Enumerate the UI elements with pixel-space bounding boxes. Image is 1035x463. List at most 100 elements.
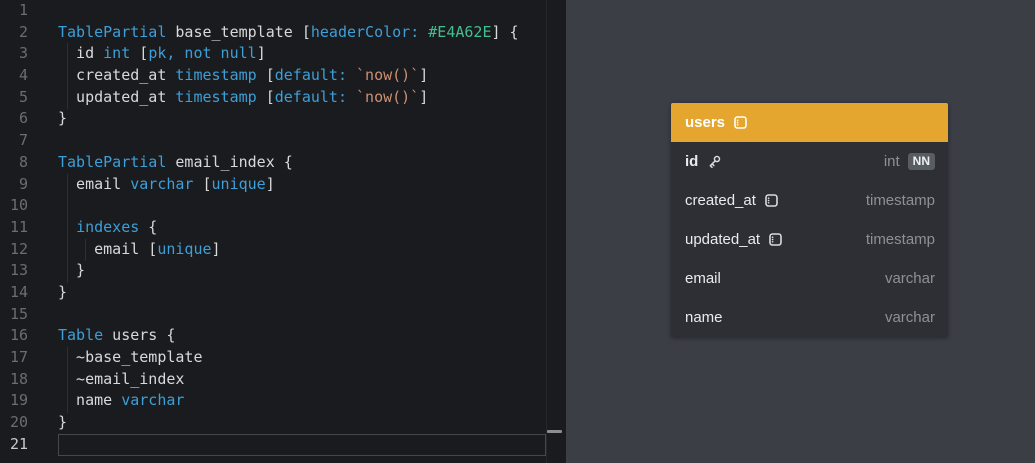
code-token: [: [193, 174, 212, 193]
field-type: int: [883, 153, 900, 170]
code-token: TablePartial: [58, 22, 167, 41]
table-header[interactable]: users: [671, 103, 948, 142]
line-number: 13: [9, 261, 28, 280]
db-table-users[interactable]: users id int NN created_at timestamp upd…: [671, 103, 948, 337]
line-number: 8: [18, 152, 28, 171]
editor-line[interactable]: 17 ~base_template: [0, 347, 566, 369]
editor-line[interactable]: 11 indexes {: [0, 217, 566, 239]
editor-line[interactable]: 2 TablePartial base_template [headerColo…: [0, 22, 566, 44]
code-token: int: [103, 44, 131, 63]
indent-guide: [67, 347, 68, 413]
code-token: default:: [274, 66, 347, 85]
line-number: 18: [9, 369, 28, 388]
editor-line[interactable]: 10: [0, 195, 566, 217]
line-number: 21: [9, 434, 28, 453]
field-type: varchar: [884, 309, 935, 326]
code-token: {: [139, 217, 158, 236]
line-number: 5: [18, 87, 28, 106]
code-token: email: [58, 174, 131, 193]
line-number: 11: [9, 217, 28, 236]
code-token: ] {: [491, 22, 519, 41]
table-field-row[interactable]: id int NN: [671, 142, 948, 181]
code-text: updated_at timestamp [default: `now()`]: [58, 87, 428, 109]
code-token: [: [256, 66, 275, 85]
editor-line[interactable]: 21: [0, 434, 566, 456]
code-token: timestamp: [175, 66, 257, 85]
code-text: ~email_index: [58, 369, 184, 391]
line-number: 10: [9, 196, 28, 215]
table-field-row[interactable]: email varchar: [671, 259, 948, 298]
editor-line[interactable]: 7: [0, 130, 566, 152]
code-token: `now()`: [356, 66, 420, 85]
line-number: 17: [9, 348, 28, 366]
code-token: varchar: [130, 174, 194, 193]
editor-line[interactable]: 19 name varchar: [0, 390, 566, 412]
partial-icon: [764, 193, 779, 208]
not-null-badge: NN: [907, 153, 935, 170]
line-number: 7: [18, 131, 28, 150]
code-text: }: [58, 108, 67, 130]
code-token: unique: [211, 174, 266, 193]
line-number: 14: [9, 282, 28, 301]
code-text: id int [pk, not null]: [58, 43, 266, 65]
line-number: 12: [9, 239, 28, 258]
code-token: email [: [58, 239, 158, 258]
line-number: 6: [18, 109, 28, 128]
code-text: created_at timestamp [default: `now()`]: [58, 65, 428, 87]
code-text: email [unique]: [58, 239, 221, 261]
code-token: ]: [419, 87, 429, 106]
code-token: ]: [211, 239, 221, 258]
editor-line[interactable]: 5 updated_at timestamp [default: `now()`…: [0, 87, 566, 109]
diagram-canvas[interactable]: users id int NN created_at timestamp upd…: [566, 0, 1035, 463]
code-text: ~base_template: [58, 347, 203, 369]
table-field-row[interactable]: updated_at timestamp: [671, 220, 948, 259]
code-text: name varchar: [58, 390, 184, 412]
editor-line[interactable]: 16 Table users {: [0, 325, 566, 347]
editor-line[interactable]: 6 }: [0, 108, 566, 130]
editor-line[interactable]: 18 ~email_index: [0, 369, 566, 391]
editor-line[interactable]: 4 created_at timestamp [default: `now()`…: [0, 65, 566, 87]
code-token: TablePartial: [58, 152, 167, 171]
editor-scrollbar-track[interactable]: [546, 0, 547, 463]
code-token: }: [58, 261, 86, 280]
line-number: 1: [18, 1, 28, 19]
table-title: users: [685, 114, 726, 131]
table-field-row[interactable]: created_at timestamp: [671, 181, 948, 220]
field-name: updated_at: [685, 231, 761, 248]
code-token: email_index {: [166, 152, 293, 171]
code-token: `now()`: [356, 87, 420, 106]
line-number: 2: [18, 22, 28, 41]
code-text: email varchar [unique]: [58, 174, 275, 196]
editor-line[interactable]: 1: [0, 0, 566, 22]
code-token: headerColor:: [310, 22, 420, 41]
editor-line[interactable]: 15: [0, 304, 566, 326]
dbml-code-editor[interactable]: 1 2 TablePartial base_template [headerCo…: [0, 0, 566, 463]
table-field-row[interactable]: name varchar: [671, 298, 948, 337]
editor-line[interactable]: 3 id int [pk, not null]: [0, 43, 566, 65]
code-token: ~email_index: [58, 369, 185, 388]
editor-line[interactable]: 13 }: [0, 260, 566, 282]
editor-line[interactable]: 8 TablePartial email_index {: [0, 152, 566, 174]
editor-line[interactable]: 14 }: [0, 282, 566, 304]
code-text: Table users {: [58, 325, 175, 347]
field-type: timestamp: [865, 231, 935, 248]
editor-line[interactable]: 20 }: [0, 412, 566, 434]
code-token: base_template [: [166, 22, 311, 41]
code-token: Table: [58, 326, 104, 345]
line-number: 20: [9, 413, 28, 432]
scrollbar-cursor-marker: [547, 430, 562, 433]
line-number: 9: [18, 174, 28, 193]
code-token: ~base_template: [58, 348, 203, 366]
field-name: name: [685, 309, 723, 326]
code-token: }: [58, 109, 68, 128]
table-body: id int NN created_at timestamp updated_a…: [671, 142, 948, 337]
editor-line[interactable]: 9 email varchar [unique]: [0, 174, 566, 196]
line-number: 15: [9, 304, 28, 323]
code-token: varchar: [121, 391, 185, 410]
code-token: #E4A62E: [428, 22, 492, 41]
code-token: id: [58, 44, 104, 63]
line-number: 16: [9, 326, 28, 345]
